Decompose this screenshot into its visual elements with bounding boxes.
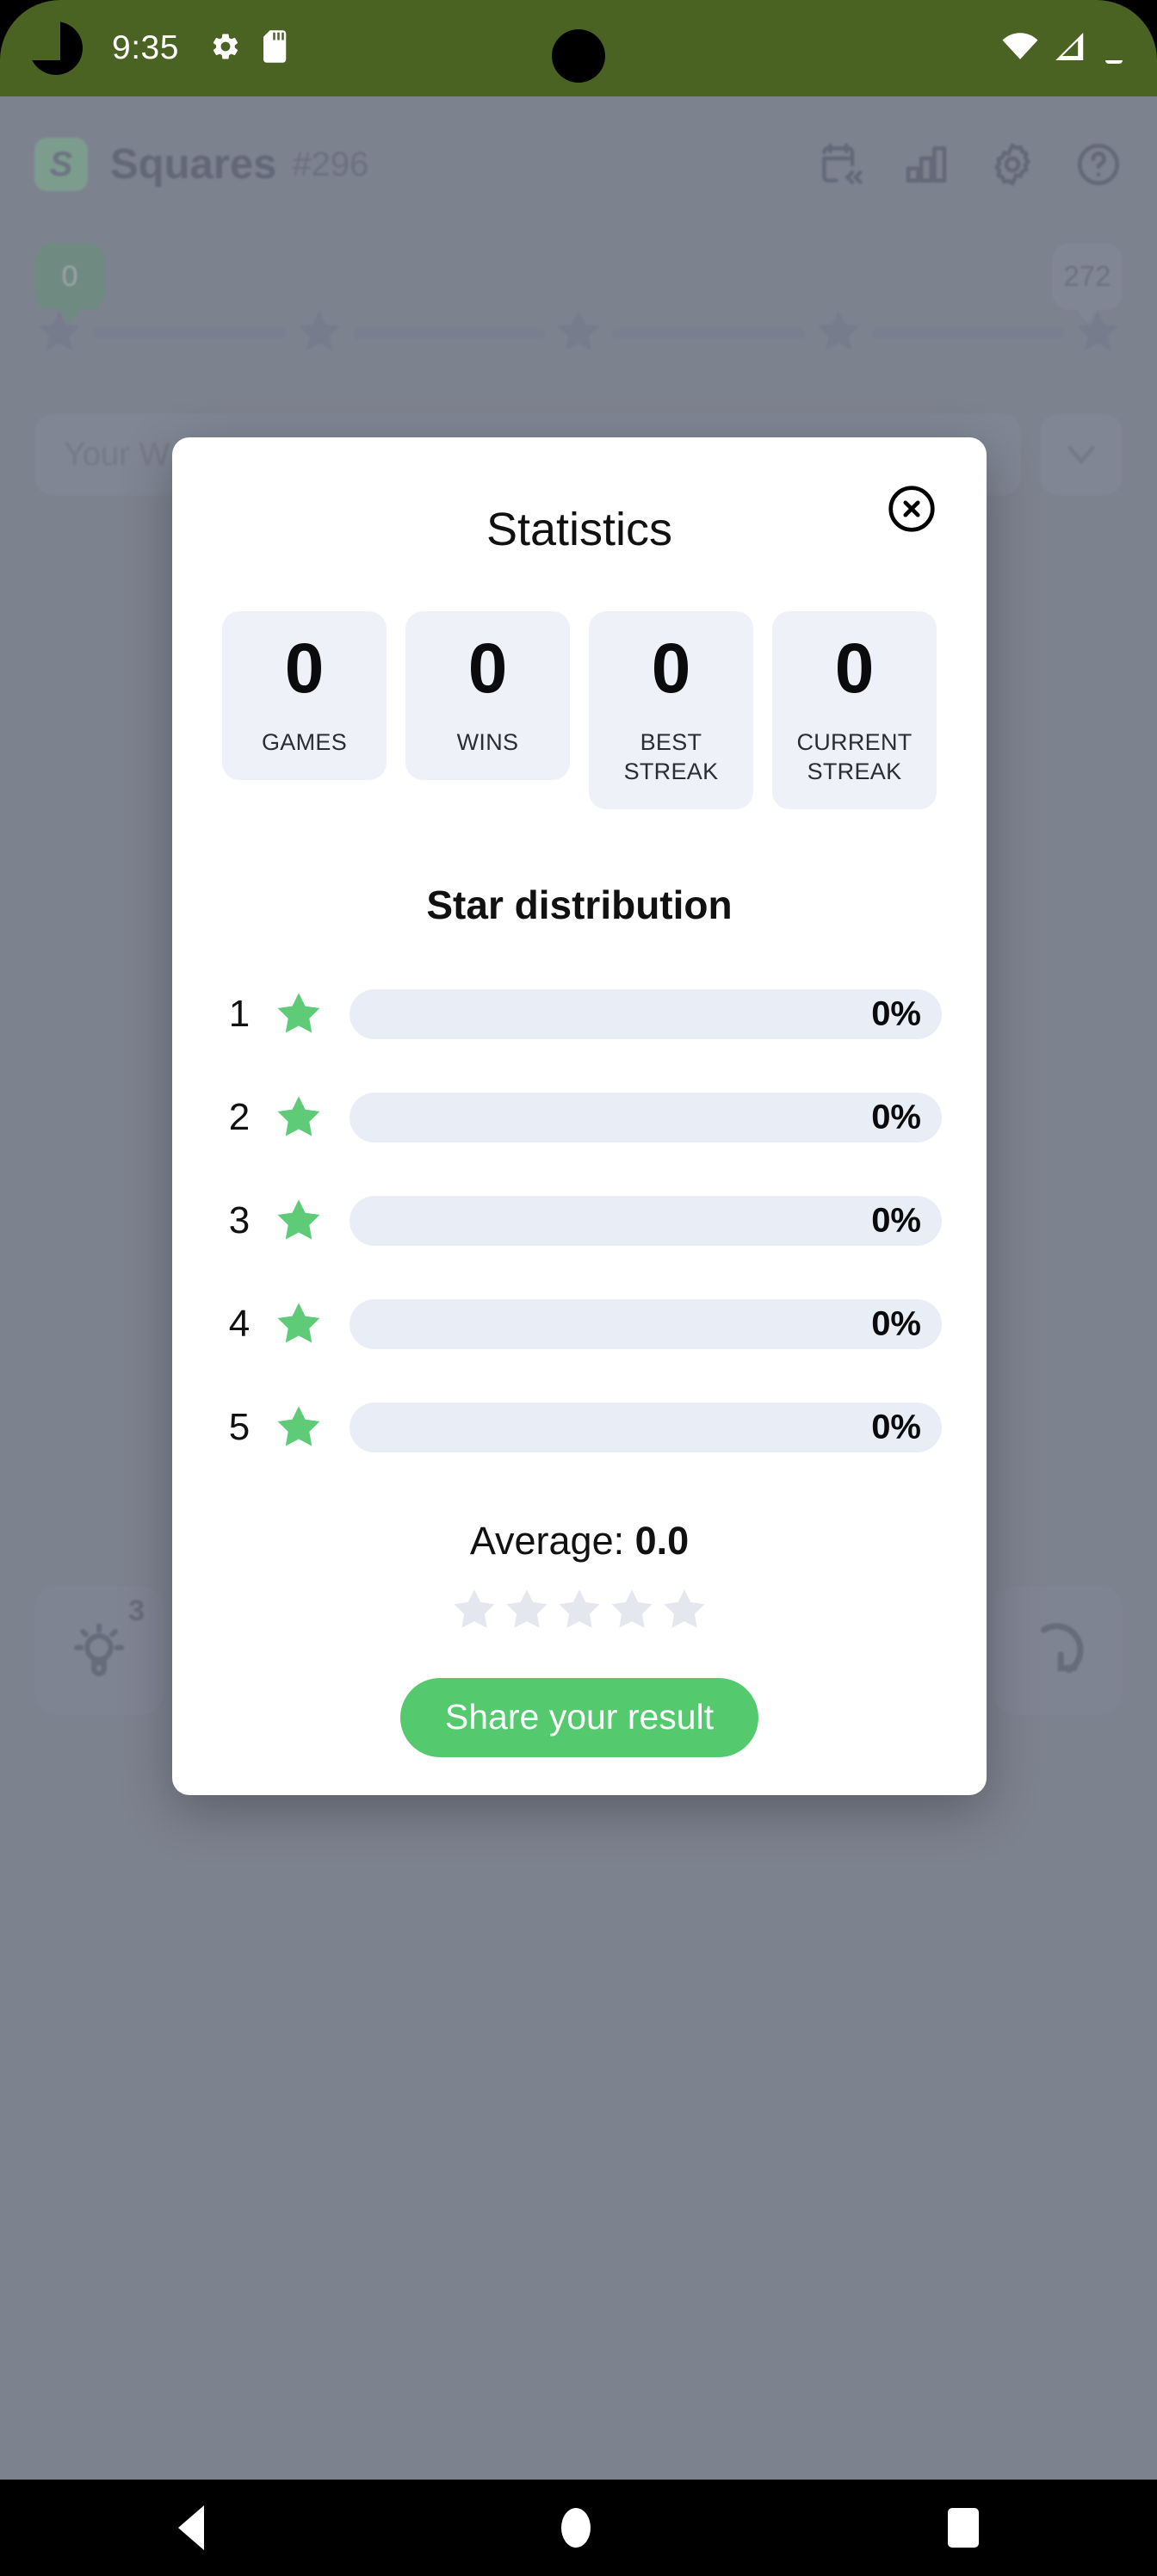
stat-value: 0 bbox=[834, 629, 875, 708]
stat-label: WINS bbox=[456, 729, 519, 756]
average-label: Average: bbox=[469, 1518, 635, 1563]
star-icon bbox=[274, 989, 324, 1039]
distribution-percent: 0% bbox=[871, 1201, 921, 1240]
modal-title: Statistics bbox=[486, 504, 673, 555]
distribution-star-count: 3 bbox=[228, 1198, 251, 1242]
status-bar-clock: 9:35 bbox=[112, 29, 179, 66]
distribution-bar: 0% bbox=[350, 1195, 942, 1246]
star-icon bbox=[503, 1586, 551, 1638]
stat-label: GAMES bbox=[261, 729, 348, 756]
android-nav-bar bbox=[0, 2480, 1157, 2576]
average-value: 0.0 bbox=[634, 1518, 690, 1563]
phone-screen: 9:35 S Squares # bbox=[0, 0, 1157, 2576]
camera-punch-hole-center bbox=[552, 29, 605, 83]
gear-icon bbox=[210, 31, 241, 66]
sd-card-icon bbox=[263, 29, 289, 67]
distribution-percent: 0% bbox=[871, 1408, 921, 1446]
statistics-modal: Statistics 0 GAMES 0 WINS 0 BEST STREAK … bbox=[172, 437, 987, 1795]
distribution-bar: 0% bbox=[350, 1298, 942, 1349]
stat-value: 0 bbox=[467, 629, 508, 708]
stat-card-best-streak: 0 BEST STREAK bbox=[589, 611, 753, 809]
star-icon bbox=[274, 1093, 324, 1142]
screen-corner-left bbox=[0, 0, 60, 60]
distribution-row: 3 0% bbox=[224, 1169, 942, 1273]
cellular-signal-icon bbox=[1055, 32, 1086, 65]
star-icon bbox=[274, 1299, 324, 1349]
stat-label: BEST STREAK bbox=[623, 729, 719, 784]
distribution-star-count: 1 bbox=[228, 992, 251, 1035]
distribution-star-count: 2 bbox=[228, 1095, 251, 1138]
star-icon bbox=[660, 1586, 708, 1638]
back-button[interactable] bbox=[178, 2505, 205, 2550]
star-icon bbox=[274, 1403, 324, 1452]
distribution-star-count: 4 bbox=[228, 1302, 251, 1345]
star-icon bbox=[555, 1586, 603, 1638]
stat-label: CURRENT STREAK bbox=[796, 729, 913, 784]
distribution-percent: 0% bbox=[871, 1304, 921, 1343]
stat-value: 0 bbox=[284, 629, 325, 708]
distribution-row: 4 0% bbox=[224, 1273, 942, 1376]
stats-cards: 0 GAMES 0 WINS 0 BEST STREAK 0 CURRENT S… bbox=[172, 611, 987, 809]
distribution-row: 2 0% bbox=[224, 1066, 942, 1169]
stat-card-games: 0 GAMES bbox=[222, 611, 387, 780]
star-icon bbox=[274, 1196, 324, 1246]
star-icon bbox=[450, 1586, 498, 1638]
distribution-percent: 0% bbox=[871, 1098, 921, 1136]
home-button[interactable] bbox=[560, 2508, 591, 2548]
stat-card-current-streak: 0 CURRENT STREAK bbox=[772, 611, 937, 809]
stat-card-wins: 0 WINS bbox=[405, 611, 570, 780]
screen-corner-right bbox=[1097, 0, 1157, 60]
distribution-bar: 0% bbox=[350, 1092, 942, 1142]
close-icon[interactable] bbox=[885, 482, 938, 536]
distribution-bar: 0% bbox=[350, 1402, 942, 1452]
stat-value: 0 bbox=[651, 629, 691, 708]
distribution-row: 5 0% bbox=[224, 1376, 942, 1479]
distribution-percent: 0% bbox=[871, 994, 921, 1033]
wifi-icon bbox=[1002, 32, 1038, 65]
status-bar: 9:35 bbox=[0, 0, 1157, 96]
distribution-title: Star distribution bbox=[426, 882, 733, 927]
distribution-list: 1 0% 2 0% 3 0% 4 0% 5 0% bbox=[172, 963, 987, 1479]
distribution-bar: 0% bbox=[350, 988, 942, 1039]
average-star-rating bbox=[172, 1586, 987, 1638]
star-icon bbox=[608, 1586, 656, 1638]
distribution-star-count: 5 bbox=[228, 1405, 251, 1448]
recents-button[interactable] bbox=[947, 2508, 979, 2548]
share-result-button[interactable]: Share your result bbox=[399, 1677, 759, 1757]
average-line: Average: 0.0 bbox=[172, 1519, 987, 1564]
distribution-row: 1 0% bbox=[224, 963, 942, 1066]
